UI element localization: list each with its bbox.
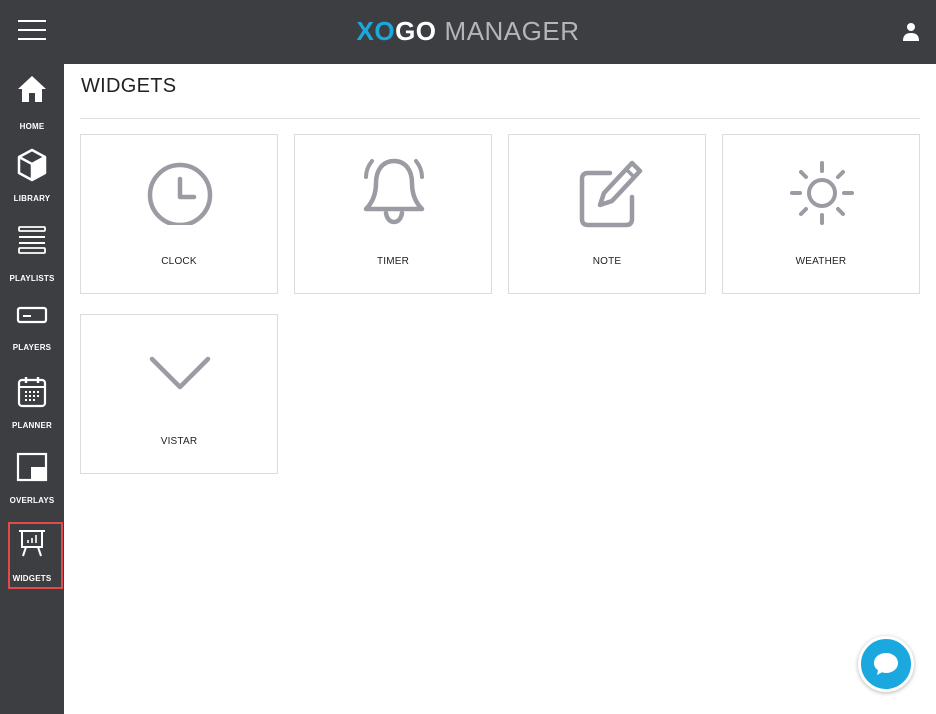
calendar-icon — [17, 377, 47, 408]
sidebar: HOME LIBRARY PLAYLISTS PLAYERS PLANNER O… — [0, 64, 64, 714]
widget-label: VISTAR — [160, 436, 198, 447]
main-content: WIDGETS CLOCK TIMER NOTE WEATHER VISTAR — [64, 64, 936, 714]
page-title: WIDGETS — [81, 75, 177, 97]
sidebar-item-label: OVERLAYS — [9, 496, 55, 505]
sidebar-item-overlays[interactable]: OVERLAYS — [0, 452, 64, 505]
bell-icon — [363, 158, 425, 225]
widget-card-vistar[interactable]: VISTAR — [80, 314, 278, 474]
logo-xo: XO — [356, 16, 396, 46]
sidebar-item-players[interactable]: PLAYERS — [0, 304, 64, 352]
top-bar: XOGO MANAGER — [0, 0, 936, 64]
sidebar-item-library[interactable]: LIBRARY — [0, 148, 64, 203]
active-item-highlight — [8, 522, 63, 589]
clock-icon — [147, 162, 213, 225]
player-icon — [16, 306, 48, 324]
sidebar-item-label: PLAYLISTS — [9, 274, 55, 283]
home-icon — [18, 76, 46, 102]
sidebar-item-label: PLANNER — [11, 421, 53, 430]
chevron-down-icon — [149, 356, 211, 390]
widget-label: TIMER — [376, 256, 410, 267]
chat-bubble-icon — [874, 653, 898, 675]
sidebar-item-home[interactable]: HOME — [0, 74, 64, 131]
app-logo: XOGO MANAGER — [0, 16, 936, 47]
logo-go: GO — [395, 16, 437, 46]
sun-icon — [790, 161, 854, 225]
chat-button[interactable] — [858, 636, 914, 692]
overlay-icon — [16, 452, 48, 482]
widget-card-clock[interactable]: CLOCK — [80, 134, 278, 294]
cube-icon — [17, 148, 47, 182]
list-icon — [18, 226, 46, 254]
widget-label: WEATHER — [795, 256, 847, 267]
widget-label: CLOCK — [161, 256, 197, 267]
title-divider — [80, 118, 920, 119]
sidebar-item-label: HOME — [19, 122, 45, 131]
app-name: MANAGER — [444, 16, 580, 46]
widget-card-weather[interactable]: WEATHER — [722, 134, 920, 294]
sidebar-item-label: LIBRARY — [13, 194, 51, 203]
sidebar-item-planner[interactable]: PLANNER — [0, 375, 64, 430]
sidebar-item-playlists[interactable]: PLAYLISTS — [0, 224, 64, 283]
edit-icon — [579, 160, 643, 228]
user-icon[interactable] — [902, 22, 920, 42]
widget-card-note[interactable]: NOTE — [508, 134, 706, 294]
widget-label: NOTE — [592, 256, 622, 267]
sidebar-item-label: PLAYERS — [12, 343, 52, 352]
widget-card-timer[interactable]: TIMER — [294, 134, 492, 294]
